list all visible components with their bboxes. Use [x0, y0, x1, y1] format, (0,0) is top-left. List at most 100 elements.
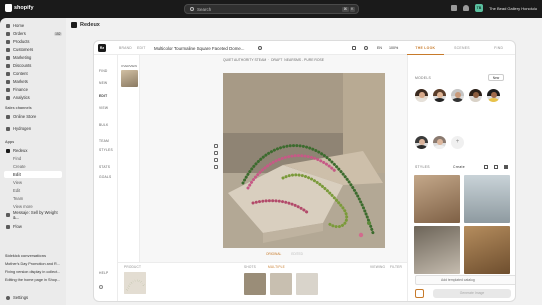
sidebar-item-settings[interactable]: Settings [4, 294, 62, 301]
sidebar-sub-edit-2[interactable]: Edit [4, 187, 62, 194]
person-icon [6, 47, 10, 52]
model-avatar[interactable] [433, 89, 446, 102]
rail-view[interactable]: VIEW [99, 106, 108, 110]
expand-icon[interactable] [214, 144, 218, 148]
search-icon[interactable] [258, 46, 262, 50]
sidebar-item-orders[interactable]: Orders 152 [4, 30, 62, 37]
rail-help[interactable]: HELP [99, 271, 108, 275]
store-avatar[interactable]: TB [474, 4, 483, 12]
sidebar-sub-edit[interactable]: Edit [4, 171, 62, 178]
conversation-item[interactable]: Editing the home page in Shop... [5, 278, 65, 282]
crop-icon[interactable] [214, 165, 218, 169]
rail-find[interactable]: FIND [99, 69, 108, 73]
moon-icon[interactable] [364, 46, 368, 50]
tab-find[interactable]: FIND [480, 41, 515, 55]
zoom-level[interactable]: 100% [389, 46, 398, 50]
sidebar-item-label: Messaje: Sell by Weight &... [13, 209, 58, 220]
tab-the-look[interactable]: THE LOOK [407, 41, 444, 55]
page-title-text: Redeux [80, 22, 100, 28]
store-icon [6, 114, 10, 119]
sidebar-sub-view[interactable]: View [4, 179, 62, 186]
sidebar-item-marketing[interactable]: Marketing [4, 54, 62, 61]
model-avatar[interactable] [415, 89, 428, 102]
chart-icon [6, 95, 10, 100]
orders-icon [6, 31, 10, 36]
generate-button[interactable]: Generate Image [433, 289, 511, 298]
breadcrumb-edit[interactable]: EDIT [137, 46, 146, 50]
sidebar-item-markets[interactable]: Markets [4, 78, 62, 85]
rail-new[interactable]: NEW [99, 81, 107, 85]
language-select[interactable]: EN [377, 46, 382, 50]
image-icon[interactable] [415, 289, 424, 298]
rail-edit[interactable]: EDIT [99, 94, 107, 98]
sidebar-item-discounts[interactable]: Discounts [4, 62, 62, 69]
shopify-logo[interactable]: shopify [5, 4, 34, 12]
model-avatar[interactable] [469, 89, 482, 102]
add-template-select[interactable]: Add templated catalog [415, 275, 515, 285]
shots-label: SHOTS [244, 265, 256, 269]
rail-stats[interactable]: STATS [99, 165, 110, 169]
style-tile[interactable] [464, 226, 510, 274]
rail-goals[interactable]: GOALS [99, 175, 111, 179]
rail-bulk[interactable]: BULK [99, 123, 108, 127]
sidebar-item-content[interactable]: Content [4, 70, 62, 77]
sidebar-item-finance[interactable]: Finance [4, 86, 62, 93]
redeux-logo[interactable]: Rz [98, 44, 106, 52]
bottom-strip: PRODUCT SHOTS MULTIPLE VIEWING FILTER [118, 262, 407, 301]
conversation-item[interactable]: Fixing version display in collect... [5, 270, 65, 274]
bell-icon[interactable] [462, 5, 469, 11]
sidebar-item-online-store[interactable]: Online Store [4, 113, 62, 120]
global-search[interactable]: Search ⌘ K [184, 4, 359, 14]
sidebar: Home Orders 152 Products Customers Market… [0, 18, 66, 305]
conversation-item[interactable]: Mother's Day Promotion and R... [5, 262, 65, 266]
sidebar-item-hydrogen[interactable]: Hydrogen [4, 125, 62, 132]
sidebar-item-redeux[interactable]: Redeux [4, 147, 62, 154]
monitor-icon[interactable] [352, 46, 356, 50]
sidebar-item-messaging[interactable]: Messaje: Sell by Weight &... [4, 209, 62, 220]
breadcrumb-brand[interactable]: BRAND [119, 46, 132, 50]
shot-thumbnail[interactable] [270, 273, 292, 295]
sidebar-item-label: Hydrogen [13, 126, 32, 131]
sidebar-sub-team[interactable]: Team [4, 195, 62, 202]
sidebar-item-analytics[interactable]: Analytics [4, 94, 62, 101]
shot-thumbnail[interactable] [296, 273, 318, 295]
sidebar-sub-find[interactable]: Find [4, 155, 62, 162]
product-photo[interactable] [223, 73, 385, 248]
eraser-icon[interactable] [214, 158, 218, 162]
store-name[interactable]: The Bead Gallery Honolulu [489, 6, 537, 11]
original-toggle[interactable]: ORIGINAL [266, 252, 281, 256]
style-tile[interactable] [414, 175, 460, 223]
rail-styles[interactable]: STYLES [99, 148, 113, 152]
brush-icon[interactable] [214, 151, 218, 155]
new-model-button[interactable]: New [488, 74, 504, 81]
add-model-button[interactable]: + [451, 136, 464, 149]
canvas-header: QUIET AUTHORITY STEAM · DRAFT NEARSMS - … [222, 58, 325, 62]
model-avatar[interactable] [451, 89, 464, 102]
model-avatar[interactable] [415, 136, 428, 149]
sidebar-item-home[interactable]: Home [4, 22, 62, 29]
shot-thumbnail[interactable] [244, 273, 266, 295]
style-tile[interactable] [464, 175, 510, 223]
product-thumbnail[interactable] [124, 272, 146, 294]
sidekick-icon[interactable] [450, 5, 457, 11]
overview-thumbnail[interactable] [121, 70, 138, 87]
sidebar-item-flow[interactable]: Flow [4, 223, 62, 230]
user-icon[interactable] [99, 285, 103, 289]
model-avatar[interactable] [433, 136, 446, 149]
redeux-editor: Rz BRAND EDIT Multicolor Tourmaline Squa… [93, 40, 516, 302]
list-view-icon[interactable] [494, 165, 498, 169]
create-style-button[interactable]: Create [453, 165, 465, 169]
sidebar-item-products[interactable]: Products [4, 38, 62, 45]
tab-scenes[interactable]: SCENES [444, 41, 481, 55]
model-avatar[interactable] [487, 89, 500, 102]
bank-icon [6, 87, 10, 92]
rail-team[interactable]: TEAM [99, 139, 109, 143]
edited-toggle[interactable]: EDITED [291, 252, 303, 256]
filter-tag[interactable]: FILTER [390, 265, 402, 269]
sidebar-item-customers[interactable]: Customers [4, 46, 62, 53]
style-tile[interactable] [414, 226, 460, 274]
tile-view-icon[interactable] [504, 165, 508, 169]
sidebar-sub-create[interactable]: Create [4, 163, 62, 170]
sidebar-item-label: Online Store [13, 114, 37, 119]
grid-view-icon[interactable] [484, 165, 488, 169]
